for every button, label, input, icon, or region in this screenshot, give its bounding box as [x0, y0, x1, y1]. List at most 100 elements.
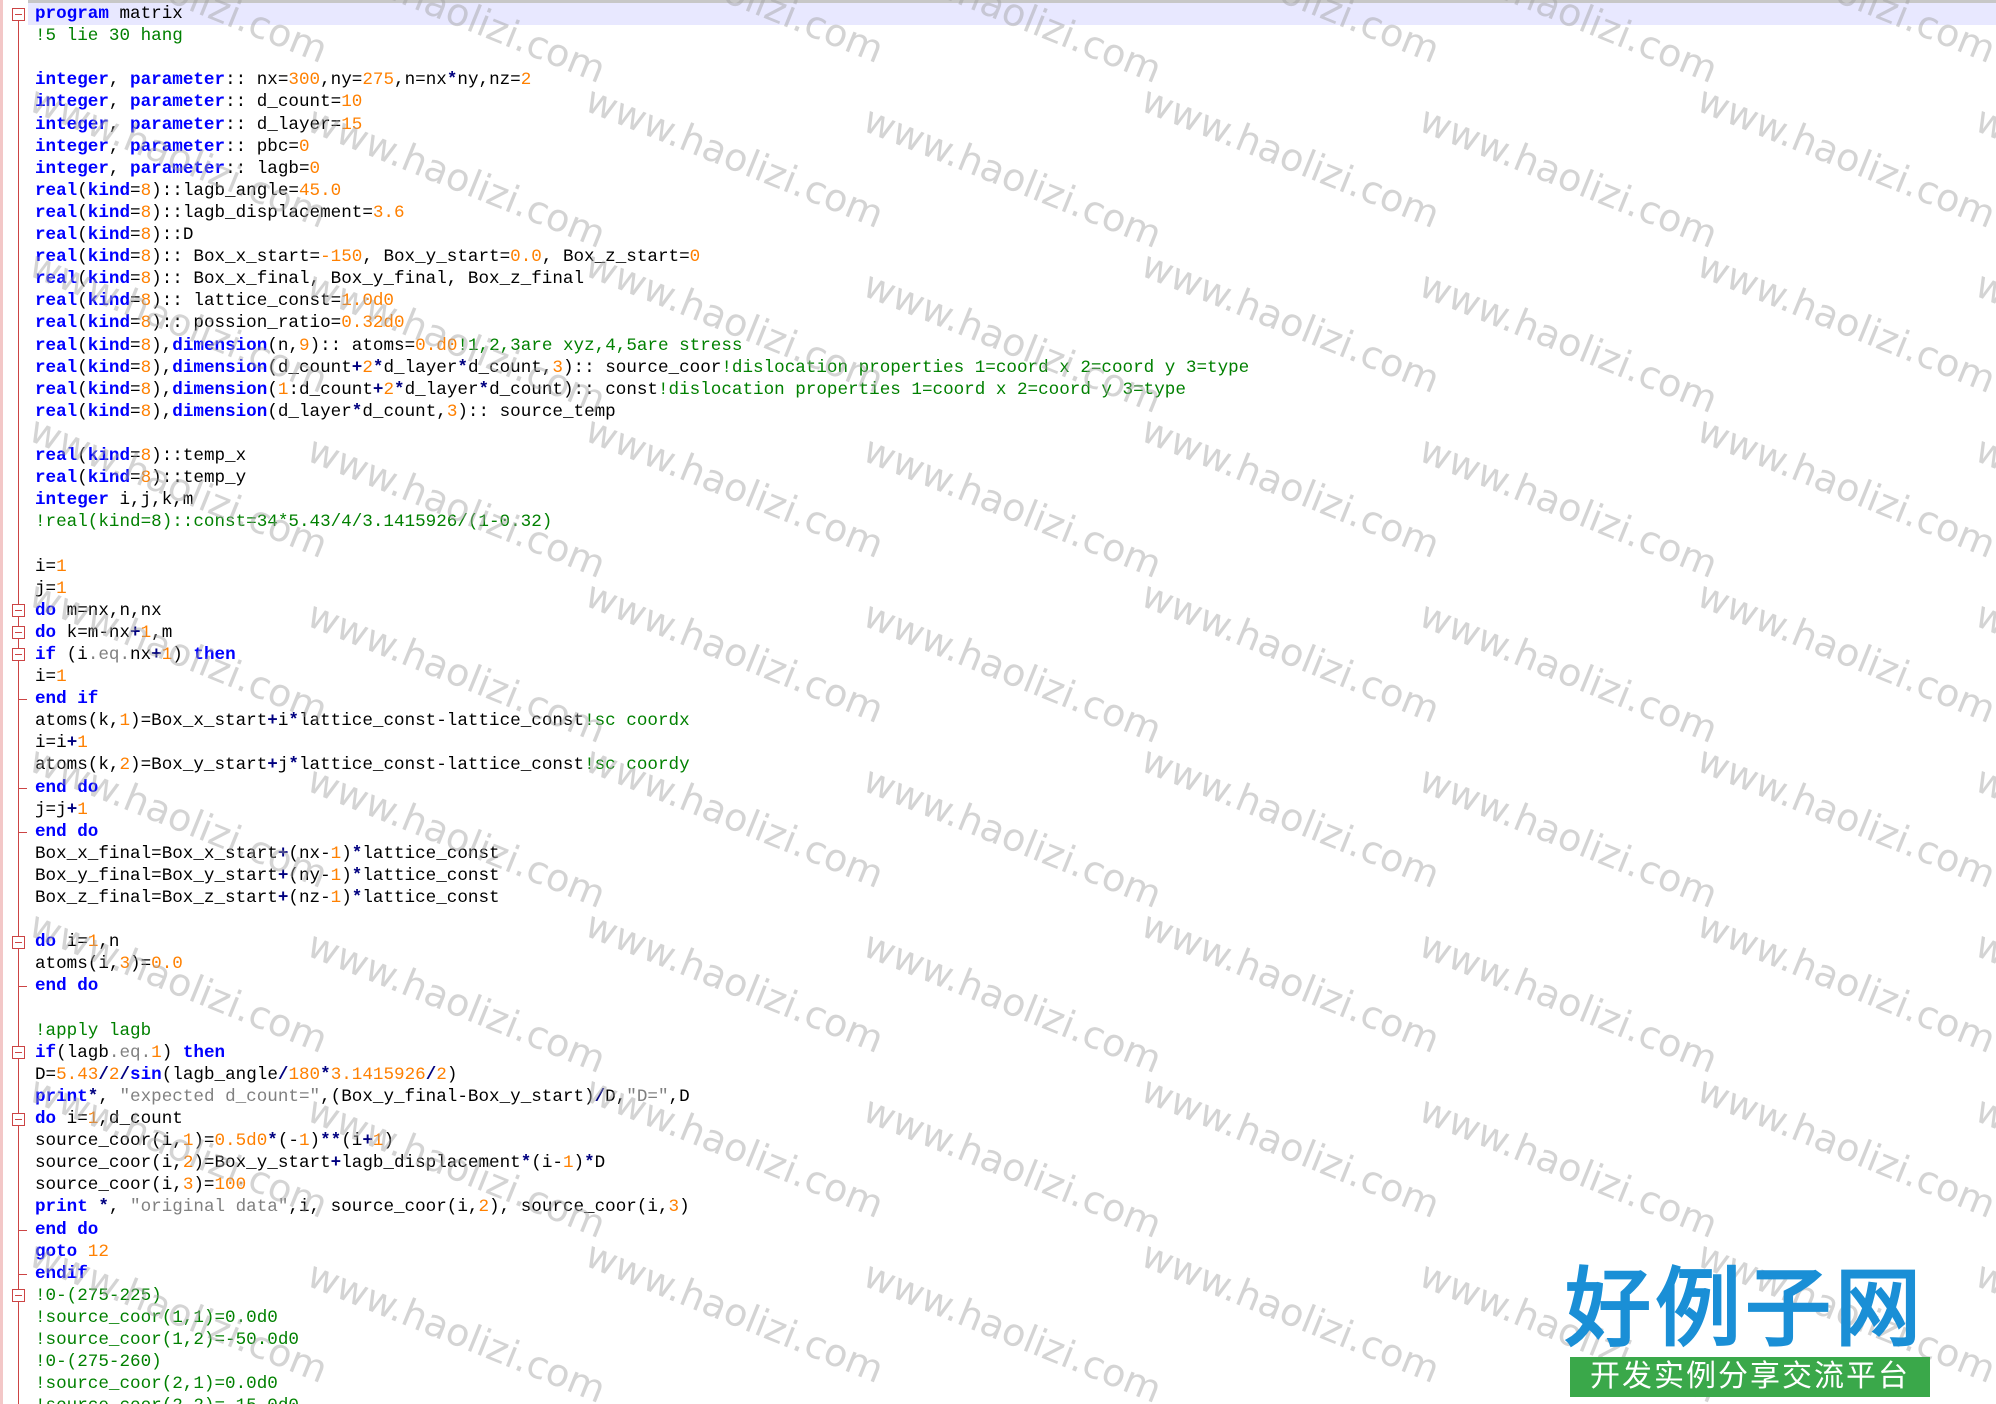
- code-token: 2: [362, 357, 373, 378]
- code-line[interactable]: source_coor(i,2)=Box_y_start+lagb_displa…: [35, 1152, 605, 1174]
- code-line[interactable]: if(lagb.eq.1) then: [35, 1042, 225, 1064]
- code-token: parameter: [130, 136, 226, 157]
- code-token: kind: [87, 225, 131, 245]
- code-line[interactable]: real(kind=8),dimension(1:d_count+2*d_lay…: [35, 379, 1186, 401]
- code-token: kind: [87, 335, 131, 356]
- code-line[interactable]: integer, parameter:: d_layer=15: [35, 114, 362, 136]
- code-token: 0.5d0: [214, 1131, 268, 1152]
- code-line[interactable]: print *, "original data",i, source_coor(…: [35, 1196, 690, 1218]
- code-token: (: [267, 379, 278, 400]
- code-token: source_coor(i,: [35, 1131, 183, 1152]
- code-line[interactable]: !0-(275-260): [35, 1351, 162, 1373]
- fold-toggle-icon[interactable]: [12, 648, 25, 662]
- code-token: 12: [87, 1241, 109, 1262]
- code-line[interactable]: !source_coor(2,1)=0.0d0: [35, 1373, 278, 1395]
- code-line[interactable]: real(kind=8),dimension(d_count+2*d_layer…: [35, 357, 1249, 379]
- code-line[interactable]: !0-(275-225): [35, 1285, 162, 1307]
- code-line[interactable]: j=j+1: [35, 799, 88, 821]
- code-line[interactable]: real(kind=8):: Box_x_final, Box_y_final,…: [35, 268, 584, 290]
- code-token: (: [77, 313, 88, 334]
- code-line[interactable]: end do: [35, 1219, 98, 1241]
- fold-end-mark: [18, 1229, 27, 1231]
- code-token: 8: [140, 401, 152, 422]
- code-line[interactable]: !5 lie 30 hang: [35, 25, 183, 47]
- code-token: 8: [140, 357, 152, 378]
- code-token: ,: [108, 136, 131, 157]
- code-editor[interactable]: program matrix !5 lie 30 hang integer, par…: [0, 0, 1996, 1404]
- code-line[interactable]: end do: [35, 975, 98, 997]
- code-line[interactable]: atoms(k,2)=Box_y_start+j*lattice_const-l…: [35, 754, 690, 776]
- code-line[interactable]: if (i.eq.nx+1) then: [35, 644, 236, 666]
- code-line[interactable]: real(kind=8)::D: [35, 224, 193, 246]
- fold-toggle-icon[interactable]: [12, 626, 25, 640]
- code-line[interactable]: i=1: [35, 666, 67, 688]
- code-line[interactable]: Box_x_final=Box_x_start+(nx-1)*lattice_c…: [35, 843, 500, 865]
- code-line[interactable]: end if: [35, 688, 98, 710]
- code-line[interactable]: Box_y_final=Box_y_start+(ny-1)*lattice_c…: [35, 865, 500, 887]
- code-line[interactable]: source_coor(i,1)=0.5d0*(-1)**(i+1): [35, 1130, 394, 1152]
- code-line[interactable]: i=i+1: [35, 732, 88, 754]
- code-token: ): [172, 644, 194, 665]
- code-token: /: [594, 1086, 606, 1107]
- code-line[interactable]: real(kind=8)::lagb_angle=45.0: [35, 180, 341, 202]
- fold-end-mark: [18, 1273, 27, 1275]
- code-line[interactable]: real(kind=8):: Box_x_start=-150, Box_y_s…: [35, 246, 700, 268]
- code-line[interactable]: !apply lagb: [35, 1020, 151, 1042]
- code-token: i=: [35, 667, 57, 687]
- code-line[interactable]: do k=m-nx+1,m: [35, 622, 172, 644]
- code-line[interactable]: real(kind=8),dimension(n,9):: atoms=0.d0…: [35, 335, 742, 357]
- code-line[interactable]: integer, parameter:: nx=300,ny=275,n=nx*…: [35, 69, 531, 91]
- code-token: real: [35, 357, 78, 378]
- fold-toggle-icon[interactable]: [12, 935, 25, 949]
- code-token: =: [130, 446, 141, 466]
- code-line[interactable]: real(kind=8):: lattice_const=1.0d0: [35, 290, 394, 312]
- code-line[interactable]: integer, parameter:: pbc=0: [35, 136, 310, 158]
- code-line[interactable]: print*, "expected d_count=",(Box_y_final…: [35, 1086, 690, 1108]
- code-line[interactable]: j=1: [35, 578, 67, 600]
- code-line[interactable]: integer, parameter:: lagb=0: [35, 158, 320, 180]
- code-token: (-: [277, 1131, 299, 1152]
- code-line[interactable]: do i=1,n: [35, 931, 120, 953]
- code-line[interactable]: atoms(k,1)=Box_x_start+i*lattice_const-l…: [35, 710, 690, 732]
- fold-toggle-icon[interactable]: [12, 604, 25, 618]
- code-line[interactable]: do m=nx,n,nx: [35, 600, 162, 622]
- code-line[interactable]: end do: [35, 821, 98, 843]
- code-token: 300: [288, 70, 321, 91]
- code-line[interactable]: !real(kind=8)::const=34*5.43/4/3.1415926…: [35, 511, 552, 533]
- code-line[interactable]: integer, parameter:: d_count=10: [35, 91, 362, 113]
- code-token: end do: [35, 976, 99, 997]
- code-line[interactable]: end do: [35, 777, 98, 799]
- code-line[interactable]: real(kind=8),dimension(d_layer*d_count,3…: [35, 401, 616, 423]
- code-token: )::D: [151, 225, 194, 245]
- code-line[interactable]: source_coor(i,3)=100: [35, 1174, 246, 1196]
- code-line[interactable]: Box_z_final=Box_z_start+(nz-1)*lattice_c…: [35, 887, 500, 909]
- code-line[interactable]: program matrix: [35, 3, 183, 25]
- fold-toggle-icon[interactable]: [12, 1112, 25, 1126]
- code-line[interactable]: D=5.43/2/sin(lagb_angle/180*3.1415926/2): [35, 1064, 457, 1086]
- code-token: D: [594, 1153, 606, 1174]
- code-line[interactable]: real(kind=8):: possion_ratio=0.32d0: [35, 312, 405, 334]
- code-line[interactable]: real(kind=8)::temp_y: [35, 467, 246, 489]
- fold-toggle-icon[interactable]: [12, 1046, 25, 1060]
- code-line[interactable]: !source_coor(1,2)=-50.0d0: [35, 1329, 299, 1351]
- code-token: )=: [193, 1175, 215, 1196]
- code-token: **: [320, 1131, 342, 1152]
- code-line[interactable]: real(kind=8)::lagb_displacement=3.6: [35, 202, 405, 224]
- code-token: kind: [87, 247, 131, 268]
- fold-margin[interactable]: [0, 0, 28, 1404]
- code-line[interactable]: !source_coor(2,2)=-15.0d0: [35, 1395, 299, 1404]
- code-line[interactable]: i=1: [35, 556, 67, 578]
- code-token: )::temp_x: [151, 446, 247, 466]
- code-line[interactable]: endif: [35, 1263, 88, 1285]
- code-line[interactable]: atoms(i,3)=0.0: [35, 953, 183, 975]
- code-line[interactable]: !source_coor(1,1)=0.0d0: [35, 1307, 278, 1329]
- code-line[interactable]: real(kind=8)::temp_x: [35, 445, 246, 467]
- fold-toggle-icon[interactable]: [12, 1289, 25, 1303]
- code-line[interactable]: goto 12: [35, 1241, 109, 1263]
- code-token: Box_z_final=Box_z_start: [35, 888, 278, 908]
- code-line[interactable]: integer i,j,k,m: [35, 489, 193, 511]
- fold-toggle-icon[interactable]: [12, 7, 25, 21]
- code-line[interactable]: do i=1,d_count: [35, 1108, 183, 1130]
- code-token: *: [351, 843, 363, 864]
- code-token: !0-(275-260): [35, 1352, 162, 1373]
